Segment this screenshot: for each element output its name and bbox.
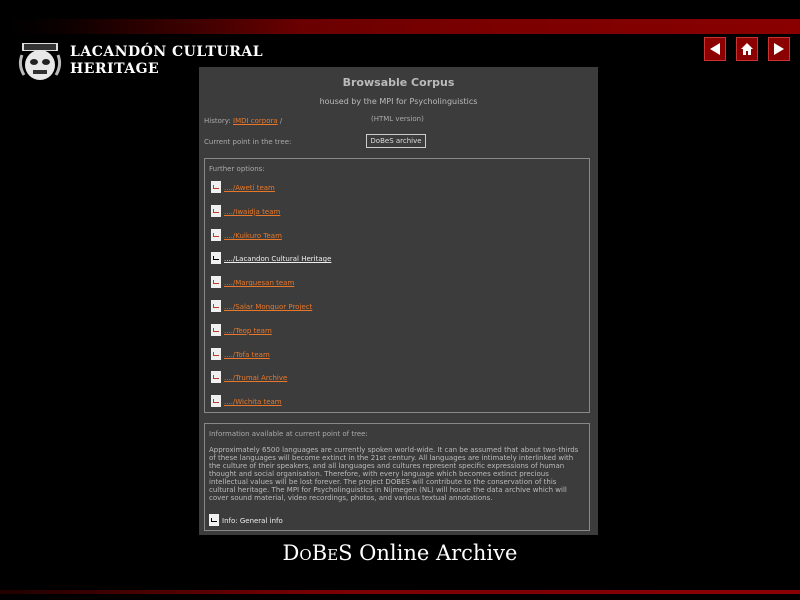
option-label: ..../Iwaidja team [224, 207, 281, 216]
option-label: ..../Wichita team [224, 398, 282, 407]
option-label: ..../Tofa team [224, 350, 270, 359]
bottom-bar [0, 590, 800, 594]
option-item[interactable]: ..../Trumai Archive [211, 369, 288, 384]
top-banner [0, 19, 800, 34]
option-item[interactable]: ..../Wichita team [211, 393, 282, 408]
current-point-value: DoBeS archive [366, 134, 426, 148]
information-box: Information available at current point o… [204, 423, 590, 531]
forward-button[interactable] [768, 37, 790, 61]
forward-icon [774, 43, 784, 55]
site-title-line1: LACANDÓN CULTURAL [70, 44, 264, 60]
option-label: ..../Salar Monguor Project [224, 303, 313, 311]
option-label: ..../Awetí team [224, 184, 275, 192]
back-button[interactable] [704, 37, 726, 61]
document-icon [211, 347, 221, 360]
option-label: ..../Trumai Archive [224, 374, 288, 383]
document-icon [211, 252, 221, 265]
current-point-label: Current point in the tree: [204, 138, 292, 146]
option-item[interactable]: ..../Awetí team [211, 179, 275, 193]
option-item[interactable]: ..../Tofa team [211, 346, 270, 360]
option-item[interactable]: ..../Lacandon Cultural Heritage [211, 250, 332, 265]
document-icon [211, 323, 221, 336]
option-label: ..../Marquesan team [224, 279, 295, 288]
html-version-label: (HTML version) [371, 115, 424, 123]
footer-title: DOBES Online Archive [282, 541, 518, 565]
information-label: Information available at current point o… [209, 430, 368, 438]
corpus-panel: Browsable Corpus housed by the MPI for P… [199, 67, 598, 535]
option-item[interactable]: ..../Teop team [211, 322, 272, 336]
option-label: ..../Teop team [224, 326, 272, 335]
document-icon [211, 181, 221, 193]
option-item[interactable]: ..../Salar Monguor Project [211, 298, 312, 312]
history-row: History: IMDI corpora / [204, 117, 282, 125]
document-icon [211, 300, 221, 312]
history-label: History: [204, 117, 231, 125]
document-icon [209, 514, 219, 526]
panel-title: Browsable Corpus [342, 76, 455, 89]
general-info-label: Info: General info [222, 517, 283, 525]
general-info-link[interactable]: Info: General info [209, 512, 283, 526]
option-label: ..../Lacandon Cultural Heritage [224, 255, 332, 264]
document-icon [211, 371, 221, 384]
document-icon [211, 204, 221, 217]
information-text: Approximately 6500 languages are current… [209, 446, 579, 502]
home-icon [741, 43, 753, 55]
back-icon [710, 43, 720, 55]
option-item[interactable]: ..../Iwaidja team [211, 203, 280, 217]
document-icon [211, 228, 221, 241]
option-label: ..../Kuikuro Team [224, 231, 282, 240]
home-button[interactable] [736, 37, 758, 61]
history-link-imdi[interactable]: IMDI corpora [233, 117, 278, 125]
further-options-label: Further options: [209, 165, 265, 173]
document-icon [211, 395, 221, 408]
document-icon [211, 276, 221, 289]
option-item[interactable]: ..../Kuikuro Team [211, 227, 282, 241]
history-separator: / [279, 117, 283, 125]
lacandon-logo-icon [16, 41, 64, 81]
further-options-box: Further options: ..../Awetí team ..../Iwa… [204, 158, 590, 413]
option-item[interactable]: ..../Marquesan team [211, 274, 295, 289]
panel-subtitle: housed by the MPI for Psycholinguistics [319, 97, 478, 106]
